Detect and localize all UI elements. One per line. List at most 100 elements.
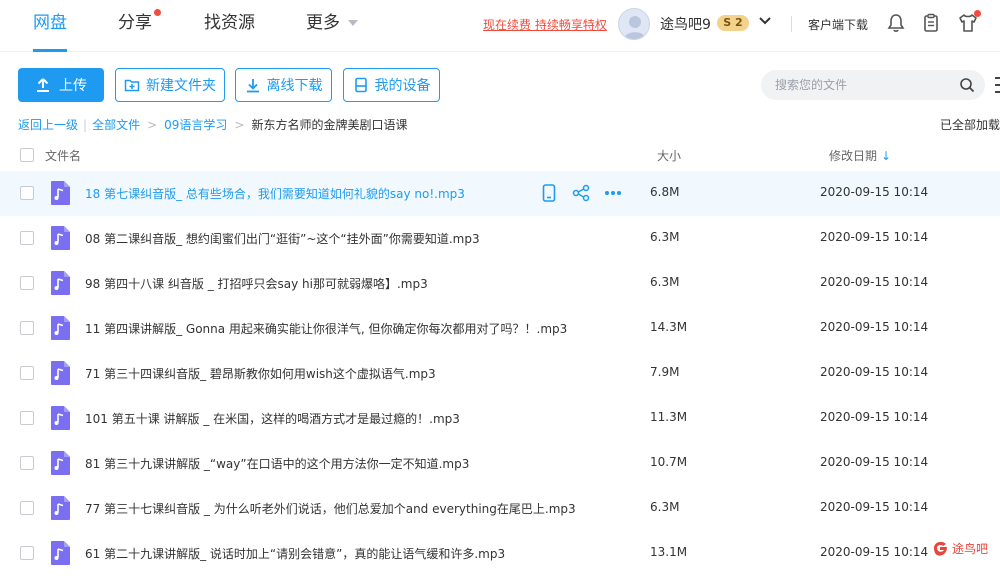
table-row[interactable]: 18 第七课纠音版_ 总有些场合，我们需要知道如何礼貌的say no!.mp3 6… [0, 171, 1000, 216]
row-checkbox[interactable] [20, 546, 34, 560]
new-folder-button-label: 新建文件夹 [146, 78, 216, 94]
clipboard-icon[interactable] [920, 12, 942, 34]
file-modified-date: 2020-09-15 10:14 [820, 275, 929, 289]
vip-level-badge: S 2 [717, 15, 749, 31]
new-folder-button[interactable]: 新建文件夹 [115, 68, 225, 102]
notification-dot [154, 9, 161, 16]
file-modified-date: 2020-09-15 10:14 [820, 545, 929, 559]
breadcrumb-current: 新东方名师的金牌美剧口语课 [251, 118, 408, 132]
table-row[interactable]: 11 第四课讲解版_ Gonna 用起来确实能让你很洋气, 但你确定你每次都用对… [0, 306, 1000, 351]
table-header: 文件名 大小 修改日期 ↓ [0, 140, 1000, 170]
sort-down-icon: ↓ [881, 149, 892, 163]
breadcrumb-all-files[interactable]: 全部文件 [92, 116, 140, 133]
notification-dot [974, 10, 981, 17]
row-checkbox[interactable] [20, 456, 34, 470]
file-size: 10.7M [650, 455, 688, 469]
file-size: 6.3M [650, 500, 680, 514]
table-row[interactable]: 98 第四十八课 纠音版 _ 打招呼只会say hi那可就弱爆咯】.mp3 6.3… [0, 261, 1000, 306]
offline-download-button[interactable]: 离线下载 [235, 68, 332, 102]
audio-file-icon [51, 406, 70, 430]
watermark-text: 途鸟吧 [952, 541, 988, 556]
audio-file-icon [51, 361, 70, 385]
select-all-checkbox[interactable] [20, 148, 34, 162]
download-icon [246, 79, 259, 93]
file-modified-date: 2020-09-15 10:14 [820, 320, 929, 334]
table-row[interactable]: 81 第三十九课讲解版 _“way”在口语中的这个用方法你一定不知道.mp3 10… [0, 441, 1000, 486]
tshirt-icon[interactable] [957, 10, 981, 34]
nav-tab-find-resources[interactable]: 找资源 [204, 12, 255, 40]
my-devices-button-label: 我的设备 [374, 78, 431, 94]
file-modified-date: 2020-09-15 10:14 [820, 185, 929, 199]
file-name[interactable]: 71 第三十四课纠音版_ 碧昂斯教你如何用wish这个虚拟语气.mp3 [85, 365, 436, 382]
column-header-date-label: 修改日期 [829, 149, 878, 163]
file-size: 14.3M [650, 320, 688, 334]
nav-tab-netdisk[interactable]: 网盘 [33, 12, 67, 52]
user-avatar-icon [624, 16, 646, 39]
renewal-promo-link[interactable]: 现在续费 持续畅享特权 [483, 16, 607, 33]
share-icon[interactable] [572, 183, 590, 203]
table-row[interactable]: 61 第二十九课讲解版_ 说话时加上“请别会错意”，真的能让语气缓和许多.mp3… [0, 531, 1000, 576]
file-name[interactable]: 77 第三十七课纠音版 _ 为什么听老外们说话，他们总爱加个and everyt… [85, 500, 576, 517]
file-size: 6.3M [650, 275, 680, 289]
file-modified-date: 2020-09-15 10:14 [820, 410, 929, 424]
audio-file-icon [51, 271, 70, 295]
column-header-size[interactable]: 大小 [657, 147, 681, 164]
breadcrumb-back-link[interactable]: 返回上一级 [18, 116, 78, 133]
nav-tab-label: 找资源 [204, 13, 255, 33]
table-row[interactable]: 71 第三十四课纠音版_ 碧昂斯教你如何用wish这个虚拟语气.mp3 7.9M 2… [0, 351, 1000, 396]
file-name[interactable]: 18 第七课纠音版_ 总有些场合，我们需要知道如何礼貌的say no!.mp3 [85, 185, 465, 202]
nav-tab-label: 分享 [118, 13, 152, 33]
user-menu-chevron-icon[interactable] [758, 14, 772, 32]
more-actions-icon[interactable] [604, 183, 622, 203]
search-icon[interactable] [959, 77, 975, 93]
row-checkbox[interactable] [20, 411, 34, 425]
file-modified-date: 2020-09-15 10:14 [820, 455, 929, 469]
file-modified-date: 2020-09-15 10:14 [820, 230, 929, 244]
nav-tab-more[interactable]: 更多 [306, 12, 358, 40]
add-folder-icon [124, 79, 140, 92]
file-size: 6.3M [650, 230, 680, 244]
row-checkbox[interactable] [20, 366, 34, 380]
table-row[interactable]: 101 第五十课 讲解版 _ 在米国，这样的喝酒方式才是最过瘾的！.mp3 11.… [0, 396, 1000, 441]
file-name[interactable]: 81 第三十九课讲解版 _“way”在口语中的这个用方法你一定不知道.mp3 [85, 455, 469, 472]
upload-button-label: 上传 [59, 78, 87, 94]
audio-file-icon [51, 181, 70, 205]
file-modified-date: 2020-09-15 10:14 [820, 500, 929, 514]
client-download-link[interactable]: 客户端下载 [808, 16, 868, 33]
row-checkbox[interactable] [20, 276, 34, 290]
file-name[interactable]: 61 第二十九课讲解版_ 说话时加上“请别会错意”，真的能让语气缓和许多.mp3 [85, 545, 505, 562]
username[interactable]: 途鸟吧9 [660, 14, 711, 34]
send-to-device-icon[interactable] [540, 183, 558, 203]
file-size: 11.3M [650, 410, 688, 424]
file-name[interactable]: 11 第四课讲解版_ Gonna 用起来确实能让你很洋气, 但你确定你每次都用对… [85, 320, 567, 337]
load-status: 已全部加载 [940, 118, 1000, 132]
breadcrumb-separator: > [147, 117, 158, 132]
audio-file-icon [51, 451, 70, 475]
offline-download-button-label: 离线下载 [266, 78, 323, 94]
row-checkbox[interactable] [20, 186, 34, 200]
file-name[interactable]: 08 第二课纠音版_ 想约闺蜜们出门“逛街”~这个“挂外面”你需要知道.mp3 [85, 230, 480, 247]
row-checkbox[interactable] [20, 501, 34, 515]
row-actions [540, 183, 622, 203]
file-name[interactable]: 98 第四十八课 纠音版 _ 打招呼只会say hi那可就弱爆咯】.mp3 [85, 275, 428, 292]
file-size: 6.8M [650, 185, 680, 199]
search-input[interactable] [775, 76, 945, 94]
audio-file-icon [51, 316, 70, 340]
row-checkbox[interactable] [20, 321, 34, 335]
row-checkbox[interactable] [20, 231, 34, 245]
table-row[interactable]: 77 第三十七课纠音版 _ 为什么听老外们说话，他们总爱加个and everyt… [0, 486, 1000, 531]
audio-file-icon [51, 496, 70, 520]
nav-tab-share[interactable]: 分享 [118, 9, 161, 40]
my-devices-button[interactable]: 我的设备 [343, 68, 440, 102]
column-header-name[interactable]: 文件名 [45, 147, 81, 164]
more-menu-icon[interactable] [995, 76, 1000, 94]
table-row[interactable]: 08 第二课纠音版_ 想约闺蜜们出门“逛街”~这个“挂外面”你需要知道.mp3 6… [0, 216, 1000, 261]
file-name[interactable]: 101 第五十课 讲解版 _ 在米国，这样的喝酒方式才是最过瘾的！.mp3 [85, 410, 460, 427]
breadcrumb-folder[interactable]: 09语言学习 [164, 116, 227, 133]
column-header-date[interactable]: 修改日期 ↓ [829, 147, 891, 164]
bell-icon[interactable] [885, 12, 907, 34]
avatar[interactable] [618, 8, 650, 40]
file-size: 13.1M [650, 545, 688, 559]
upload-button[interactable]: 上传 [18, 68, 104, 102]
audio-file-icon [51, 226, 70, 250]
